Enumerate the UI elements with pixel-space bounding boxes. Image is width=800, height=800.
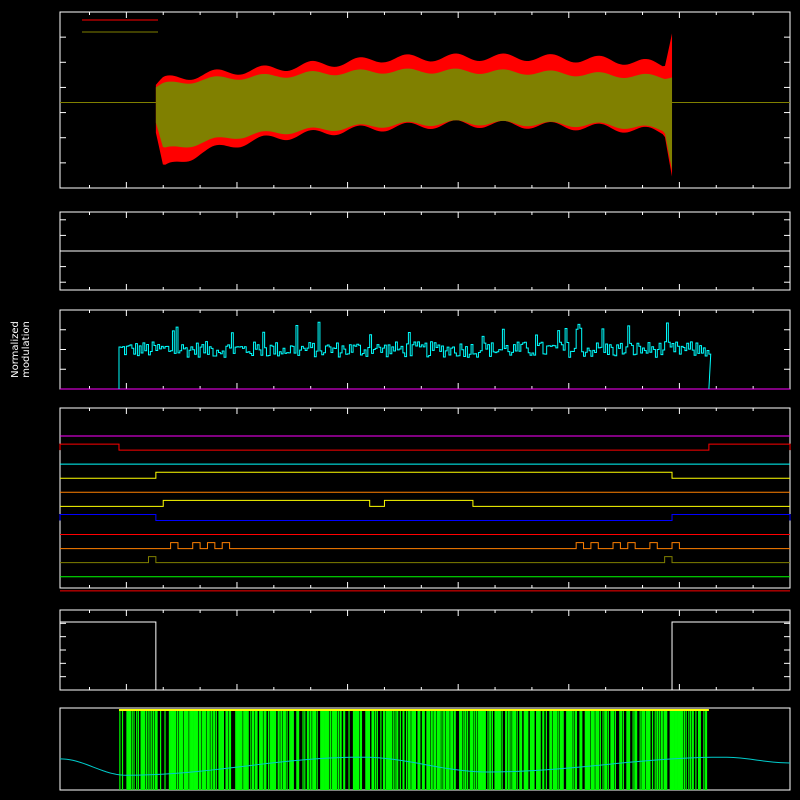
flag-line-particle-flag xyxy=(60,542,790,550)
flag-line-eclipse-flag xyxy=(59,513,791,521)
pointing-band-y xyxy=(155,68,673,171)
modulation-ylabel-line1: Normalized xyxy=(10,321,21,378)
chart-figure: Normalizedmodulation xyxy=(0,0,800,800)
collimator-8-line xyxy=(118,321,712,390)
panel-4-frame xyxy=(59,407,791,589)
flag-line-flare-flag xyxy=(60,499,790,507)
panel-3-frame xyxy=(59,309,791,390)
flag-line-sc-in-sunlight xyxy=(60,471,790,479)
flag-line-gap-flag xyxy=(59,443,791,451)
front-ratio-2-bars xyxy=(119,711,708,790)
modulation-ylabel-line2: modulation xyxy=(21,321,32,378)
pointing-series-y xyxy=(155,68,673,171)
quality-line xyxy=(60,621,790,691)
flag-line-aaz-flag xyxy=(60,556,790,564)
modulation-ylabel: Normalizedmodulation xyxy=(10,321,32,378)
